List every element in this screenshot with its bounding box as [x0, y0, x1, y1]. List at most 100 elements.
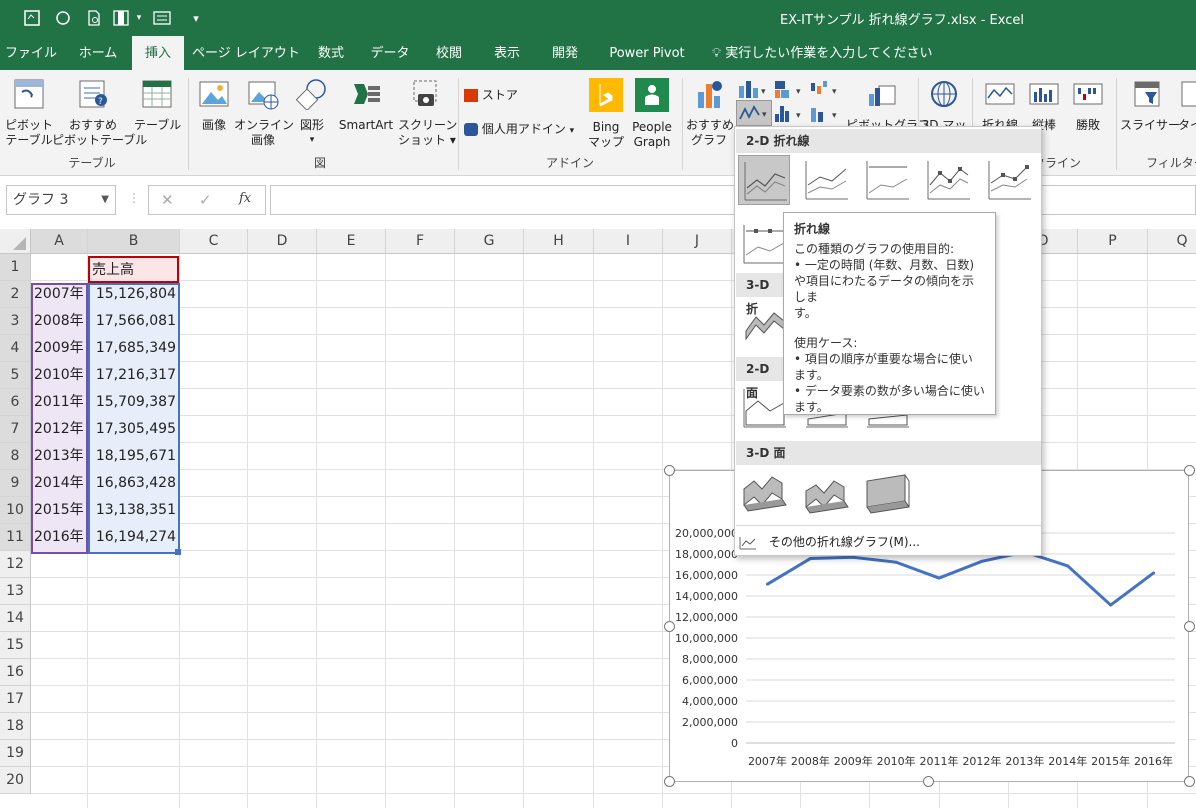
resize-handle-bm[interactable] — [923, 776, 934, 787]
tab-home[interactable]: ホーム — [66, 36, 130, 70]
100-stacked-line-option[interactable] — [861, 155, 913, 205]
table-button[interactable]: テーブル — [134, 78, 181, 133]
column-header-h[interactable]: H — [524, 229, 594, 254]
more-line-charts-item[interactable]: その他の折れ線グラフ(M)... — [739, 531, 1039, 553]
preview-icon[interactable] — [84, 8, 104, 28]
tab-insert[interactable]: 挿入 — [132, 36, 184, 70]
column-header-c[interactable]: C — [180, 229, 248, 254]
sparkline-line-button[interactable]: 折れ線 — [978, 78, 1022, 133]
data-point[interactable] — [851, 555, 855, 559]
row-header-9[interactable]: 9 — [0, 470, 31, 497]
hierarchy-chart-button[interactable]: ▾ — [772, 78, 806, 100]
pivot-table-button[interactable]: ピボット テーブル — [4, 78, 54, 148]
resize-handle-bl[interactable] — [664, 776, 675, 787]
store-button[interactable]: ストア — [464, 88, 518, 103]
tab-page-layout[interactable]: ページ レイアウト — [192, 36, 300, 70]
tab-review[interactable]: 校閲 — [426, 36, 472, 70]
cell-year[interactable]: 2010年 — [34, 362, 86, 389]
cell-sales[interactable]: 16,194,274 — [90, 524, 176, 551]
column-header-q[interactable]: Q — [1148, 229, 1196, 254]
cell-sales[interactable]: 18,195,671 — [90, 443, 176, 470]
cell-year[interactable]: 2015年 — [34, 497, 86, 524]
series-line-0[interactable] — [766, 550, 1155, 607]
row-header-2[interactable]: 2 — [0, 281, 31, 308]
resize-handle-tl[interactable] — [664, 465, 675, 476]
3d-map-button[interactable]: 3D マッ — [920, 78, 968, 133]
cell-year[interactable]: 2007年 — [34, 281, 86, 308]
row-header-5[interactable]: 5 — [0, 362, 31, 389]
sparkline-winloss-button[interactable]: 勝敗 — [1066, 78, 1110, 133]
row-header-16[interactable]: 16 — [0, 659, 31, 686]
row-header-1[interactable]: 1 — [0, 254, 31, 281]
row-header-18[interactable]: 18 — [0, 713, 31, 740]
resize-handle-br[interactable] — [1184, 776, 1195, 787]
column-header-f[interactable]: F — [386, 229, 455, 254]
timeline-button[interactable]: タイ — [1178, 78, 1196, 133]
cell-sales[interactable]: 13,138,351 — [90, 497, 176, 524]
slicer-button[interactable]: スライサー — [1120, 78, 1180, 133]
cell-sales[interactable]: 15,126,804 — [90, 281, 176, 308]
column-header-p[interactable]: P — [1078, 229, 1148, 254]
tab-file[interactable]: ファイル — [0, 36, 62, 70]
bing-maps-button[interactable]: Bing マップ — [586, 78, 626, 150]
column-header-d[interactable]: D — [248, 229, 317, 254]
cell-sales[interactable]: 17,305,495 — [90, 416, 176, 443]
enter-icon[interactable]: ✓ — [199, 191, 212, 209]
column-header-j[interactable]: J — [663, 229, 732, 254]
row-header-6[interactable]: 6 — [0, 389, 31, 416]
cell-year[interactable]: 2008年 — [34, 308, 86, 335]
cancel-icon[interactable]: ✕ — [161, 191, 174, 209]
tab-formulas[interactable]: 数式 — [308, 36, 354, 70]
resize-handle-ml[interactable] — [664, 621, 675, 632]
cell-sales[interactable]: 17,685,349 — [90, 335, 176, 362]
row-header-10[interactable]: 10 — [0, 497, 31, 524]
insert-function-icon[interactable]: fx — [239, 191, 251, 206]
row-header-13[interactable]: 13 — [0, 578, 31, 605]
chevron-down-icon[interactable]: ▾ — [134, 8, 144, 28]
film-icon[interactable] — [112, 8, 132, 28]
row-header-17[interactable]: 17 — [0, 686, 31, 713]
data-point[interactable] — [937, 576, 941, 580]
row-header-7[interactable]: 7 — [0, 416, 31, 443]
my-addins-button[interactable]: 個人用アドイン ▾ — [464, 122, 574, 139]
3d-area-option[interactable] — [738, 467, 790, 517]
waterfall-chart-button[interactable]: ▾ — [808, 78, 842, 100]
3d-100-stacked-area-option[interactable] — [861, 467, 913, 517]
cell-year[interactable]: 2014年 — [34, 470, 86, 497]
cell-year[interactable]: 2013年 — [34, 443, 86, 470]
cell-b1[interactable]: 売上高 — [88, 256, 179, 283]
line-chart-option[interactable] — [738, 155, 790, 205]
cell-sales[interactable]: 17,566,081 — [90, 308, 176, 335]
chevron-down-icon[interactable]: ▼ — [101, 186, 109, 214]
customize-qat-icon[interactable]: ▾ — [186, 8, 206, 28]
row-header-19[interactable]: 19 — [0, 740, 31, 767]
data-point[interactable] — [1109, 603, 1113, 607]
data-point[interactable] — [808, 557, 812, 561]
row-header-20[interactable]: 20 — [0, 767, 31, 794]
row-header-8[interactable]: 8 — [0, 443, 31, 470]
image-button[interactable]: 画像 — [194, 78, 234, 133]
row-header-11[interactable]: 11 — [0, 524, 31, 551]
name-box[interactable]: グラフ 3 ▼ — [6, 185, 116, 215]
recommended-charts-button[interactable]: おすすめ グラフ — [686, 78, 734, 148]
circle-icon[interactable] — [53, 8, 73, 28]
data-point[interactable] — [980, 559, 984, 563]
row-header-3[interactable]: 3 — [0, 308, 31, 335]
stacked-line-markers-option[interactable] — [983, 155, 1035, 205]
formula-input[interactable] — [270, 185, 1196, 215]
cell-sales[interactable]: 16,863,428 — [90, 470, 176, 497]
resize-handle-mr[interactable] — [1184, 621, 1195, 632]
stacked-line-option[interactable] — [800, 155, 852, 205]
screenshot-button[interactable]: スクリーン ショット ▾ — [398, 78, 457, 148]
3d-stacked-area-option[interactable] — [800, 467, 852, 517]
tell-me-search[interactable]: 💡︎ 実行したい作業を入力してください — [712, 36, 932, 70]
data-point[interactable] — [1152, 571, 1156, 575]
recommended-pivot-button[interactable]: ? おすすめ ピボットテーブル — [52, 78, 147, 148]
column-header-i[interactable]: I — [594, 229, 663, 254]
column-header-g[interactable]: G — [455, 229, 524, 254]
cell-year[interactable]: 2012年 — [34, 416, 86, 443]
column-chart-button[interactable]: ▾ — [736, 78, 770, 100]
statistic-chart-button[interactable]: ▾ — [772, 102, 806, 124]
line-chart-button[interactable]: ▾ — [736, 100, 772, 126]
resize-handle-tr[interactable] — [1184, 465, 1195, 476]
